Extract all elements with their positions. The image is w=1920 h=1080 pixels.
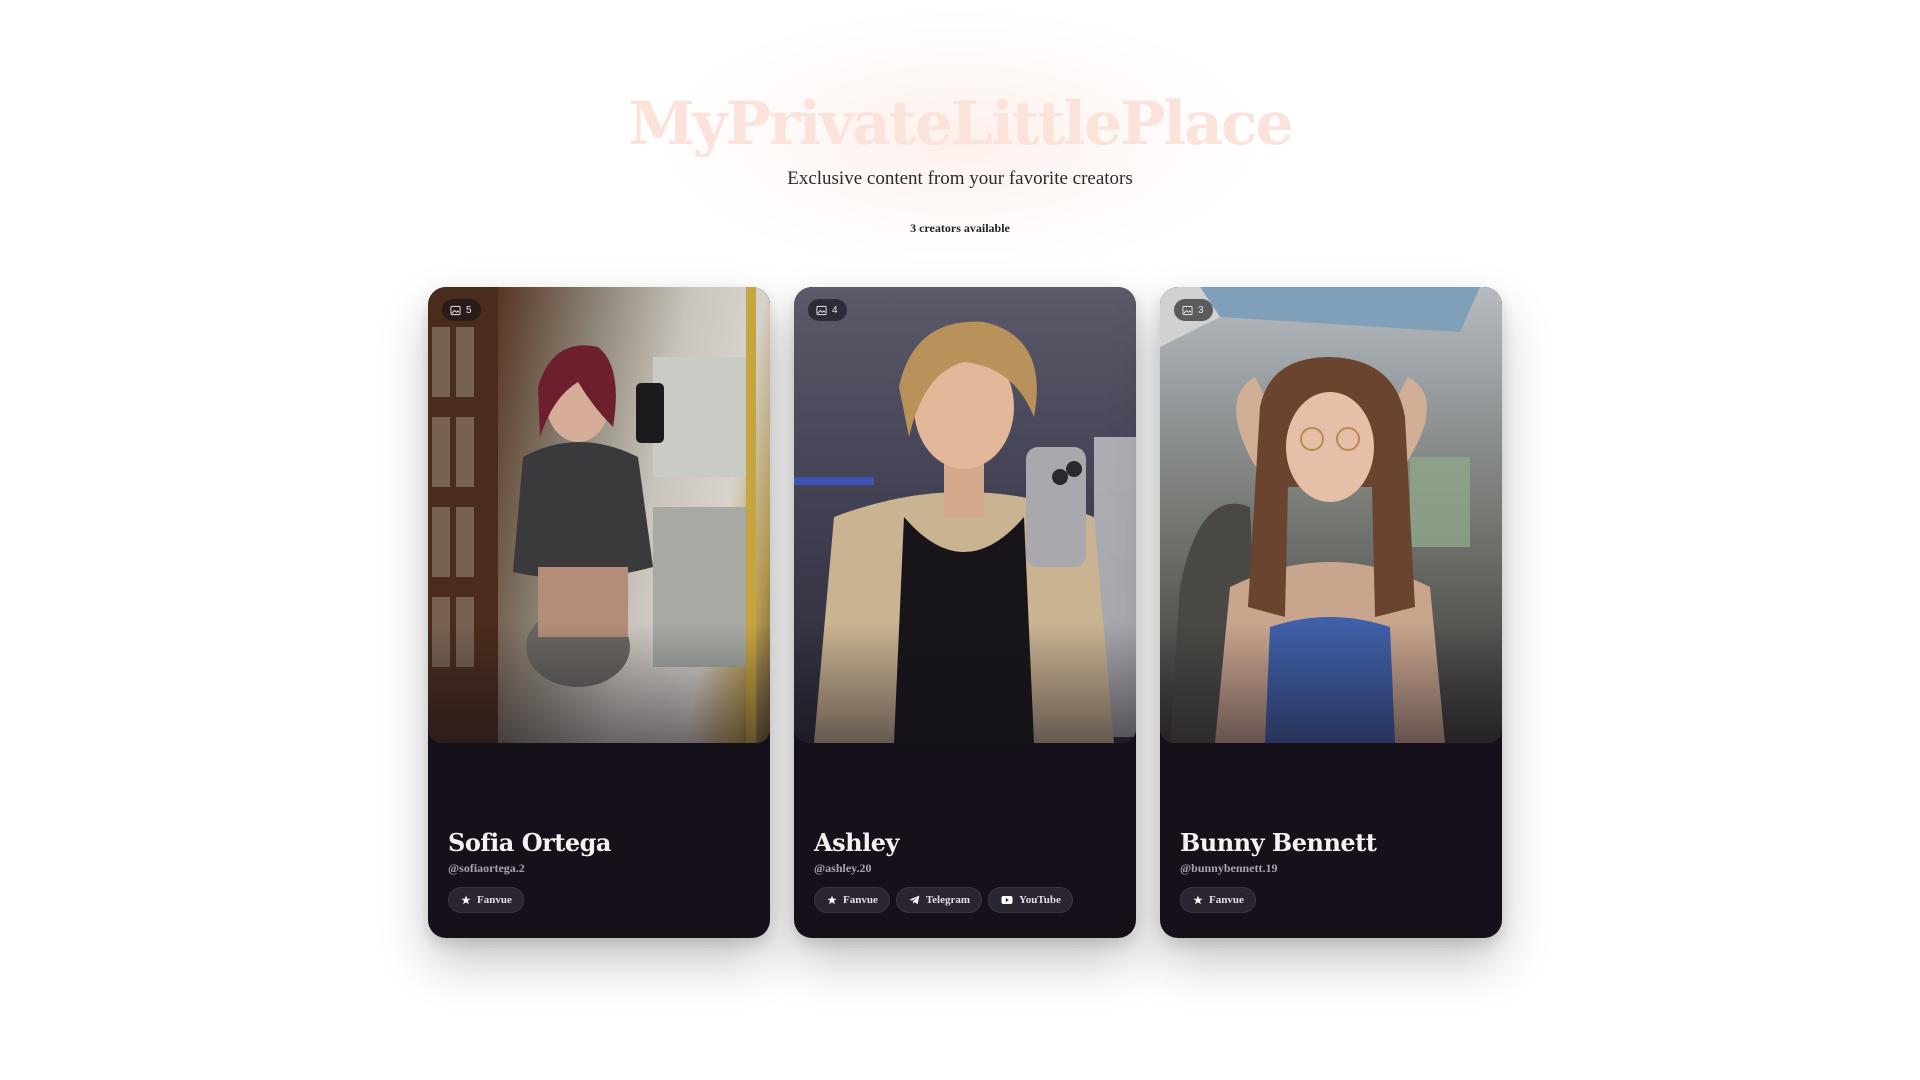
- link-label: Fanvue: [1209, 894, 1244, 906]
- image-icon: [1182, 305, 1193, 315]
- creator-card[interactable]: 3 Bunny Bennett @bunnybennett.19 Fanvue: [1160, 287, 1502, 938]
- creator-photo[interactable]: 5: [428, 287, 770, 743]
- creator-name: Bunny Bennett: [1180, 828, 1377, 857]
- creator-card[interactable]: 5 Sofia Ortega @sofiaortega.2 Fanvue: [428, 287, 770, 938]
- creator-photo[interactable]: 4: [794, 287, 1136, 743]
- fanvue-link[interactable]: Fanvue: [448, 887, 524, 913]
- media-count-value: 4: [832, 304, 838, 316]
- media-count-value: 3: [1198, 304, 1204, 316]
- site-tagline: Exclusive content from your favorite cre…: [787, 168, 1133, 189]
- creator-handle: @ashley.20: [814, 861, 872, 875]
- media-count-badge: 4: [808, 299, 847, 321]
- star-icon: [461, 895, 471, 905]
- creator-card[interactable]: 4 Ashley @ashley.20 Fanvue Telegram YouT…: [794, 287, 1136, 938]
- telegram-link[interactable]: Telegram: [895, 887, 983, 913]
- creator-photo[interactable]: 3: [1160, 287, 1502, 743]
- image-icon: [816, 305, 827, 315]
- link-label: Fanvue: [843, 894, 878, 906]
- fanvue-link[interactable]: Fanvue: [814, 887, 890, 913]
- fanvue-link[interactable]: Fanvue: [1180, 887, 1256, 913]
- creator-name: Ashley: [814, 828, 899, 857]
- star-icon: [827, 895, 837, 905]
- image-icon: [450, 305, 461, 315]
- creator-name: Sofia Ortega: [448, 828, 611, 857]
- site-title: MyPrivateLittlePlace: [628, 89, 1293, 159]
- media-count-badge: 5: [442, 299, 481, 321]
- media-count-badge: 3: [1174, 299, 1213, 321]
- media-count-value: 5: [466, 304, 472, 316]
- youtube-link[interactable]: YouTube: [988, 887, 1073, 913]
- star-icon: [1193, 895, 1203, 905]
- link-label: Fanvue: [477, 894, 512, 906]
- youtube-icon: [1001, 896, 1013, 904]
- creator-handle: @bunnybennett.19: [1180, 861, 1278, 875]
- creator-count: 3 creators available: [910, 221, 1010, 235]
- creator-handle: @sofiaortega.2: [448, 861, 525, 875]
- link-label: Telegram: [925, 894, 971, 906]
- telegram-icon: [909, 895, 920, 905]
- link-label: YouTube: [1019, 894, 1061, 906]
